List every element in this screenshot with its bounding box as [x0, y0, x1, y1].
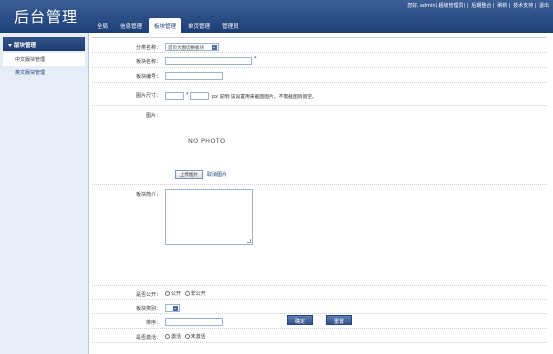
submit-button[interactable]: 确定: [287, 315, 314, 325]
top-link-logout[interactable]: 退出: [539, 3, 549, 9]
chevron-down-icon: [8, 44, 12, 47]
image-label: 图片：: [145, 113, 161, 119]
size-separator: *: [186, 92, 189, 98]
no-photo-placeholder: NO PHOTO: [188, 137, 226, 145]
cancel-image-link[interactable]: 取消图片: [207, 171, 227, 178]
intro-textarea[interactable]: [165, 189, 253, 245]
row-category: 分类名称： 首页大图切换板块: [92, 40, 547, 53]
active-label: 是否激活：: [135, 335, 161, 341]
sidebar-title[interactable]: 版块管理: [3, 37, 85, 51]
row-code: 板块编号：: [92, 69, 547, 83]
active-radio-group: 激活 未激活: [165, 333, 206, 340]
top-link-refresh[interactable]: 刷新: [497, 3, 507, 9]
nav-pages[interactable]: 单页管理: [183, 18, 215, 33]
height-input[interactable]: [190, 92, 209, 100]
public-radio-group: 公开 非公开: [165, 290, 206, 297]
intro-label: 板块简介：: [135, 192, 161, 198]
public-no-radio[interactable]: [184, 291, 190, 296]
category-select-value: 首页大图切换板块: [168, 46, 204, 51]
public-label: 是否公开：: [135, 292, 161, 298]
row-intro: 板块简介：: [92, 186, 547, 286]
chevron-down-icon: [173, 306, 178, 311]
main-nav: 全局 信息管理 板块管理 单页管理 管理员: [92, 18, 246, 33]
active-yes-radio[interactable]: [165, 334, 170, 339]
row-sort: 排序：: [92, 315, 547, 329]
name-input[interactable]: [165, 57, 252, 65]
user-link[interactable]: admin: [420, 3, 436, 9]
form-top-divider: [92, 37, 547, 38]
width-input[interactable]: [165, 92, 184, 100]
code-input[interactable]: [165, 72, 223, 80]
greeting-text: 您好: [407, 3, 418, 9]
sidebar-item-cn-blocks[interactable]: 中文版块管理: [3, 53, 85, 66]
sort-input[interactable]: [165, 318, 223, 326]
row-image: 图片： NO PHOTO 上传图片 取消图片: [92, 107, 547, 185]
reset-button[interactable]: 重置: [326, 315, 353, 325]
type-select[interactable]: [165, 304, 180, 312]
active-no-label: 未激活: [190, 334, 206, 340]
public-yes-radio[interactable]: [165, 291, 170, 296]
chevron-down-icon: [212, 45, 217, 50]
role-text: 超级管理员: [438, 3, 464, 9]
row-public: 是否公开： 公开 非公开: [92, 287, 547, 300]
app-logo: 后台管理: [14, 8, 79, 26]
resize-grip-icon[interactable]: [247, 239, 251, 243]
sidebar: 版块管理 中文版块管理 英文版块管理: [0, 33, 89, 354]
nav-global[interactable]: 全局: [92, 18, 113, 33]
size-hint: px 说明:该设置用来截图图片，不需截图则留空。: [212, 95, 317, 100]
sidebar-item-en-blocks[interactable]: 英文版块管理: [3, 66, 85, 79]
nav-blocks[interactable]: 板块管理: [149, 18, 182, 33]
nav-admin[interactable]: 管理员: [217, 18, 244, 33]
public-no-label: 非公开: [190, 291, 206, 297]
row-type: 板块类别：: [92, 301, 547, 314]
header: 后台管理 您好,admin(超级管理员) | 后期整合 | 刷新 | 技术支持 …: [0, 0, 553, 33]
nav-info[interactable]: 信息管理: [115, 18, 147, 33]
row-name: 板块名称： *: [92, 54, 547, 68]
size-label: 图片尺寸：: [135, 93, 161, 99]
row-image-size: 图片尺寸： * px 说明:该设置用来截图图片，不需截图则留空。: [92, 84, 547, 106]
public-yes-label: 公开: [171, 291, 182, 297]
sort-label: 排序：: [145, 320, 161, 326]
top-link-support[interactable]: 技术支持: [513, 3, 533, 9]
sidebar-title-label: 版块管理: [14, 43, 37, 49]
active-yes-label: 激活: [171, 334, 182, 340]
name-label: 板块名称：: [135, 59, 161, 65]
top-link-integrate[interactable]: 后期整合: [471, 3, 491, 9]
required-mark: *: [254, 56, 257, 62]
row-active: 是否激活： 激活 未激活: [92, 330, 547, 343]
top-info-bar: 您好,admin(超级管理员) | 后期整合 | 刷新 | 技术支持 | 退出: [407, 3, 549, 9]
code-label: 板块编号：: [135, 74, 161, 80]
upload-image-button[interactable]: 上传图片: [175, 170, 203, 179]
category-label: 分类名称：: [135, 45, 161, 51]
type-label: 板块类别：: [135, 306, 161, 312]
active-no-radio[interactable]: [184, 334, 190, 339]
category-select[interactable]: 首页大图切换板块: [165, 43, 219, 51]
